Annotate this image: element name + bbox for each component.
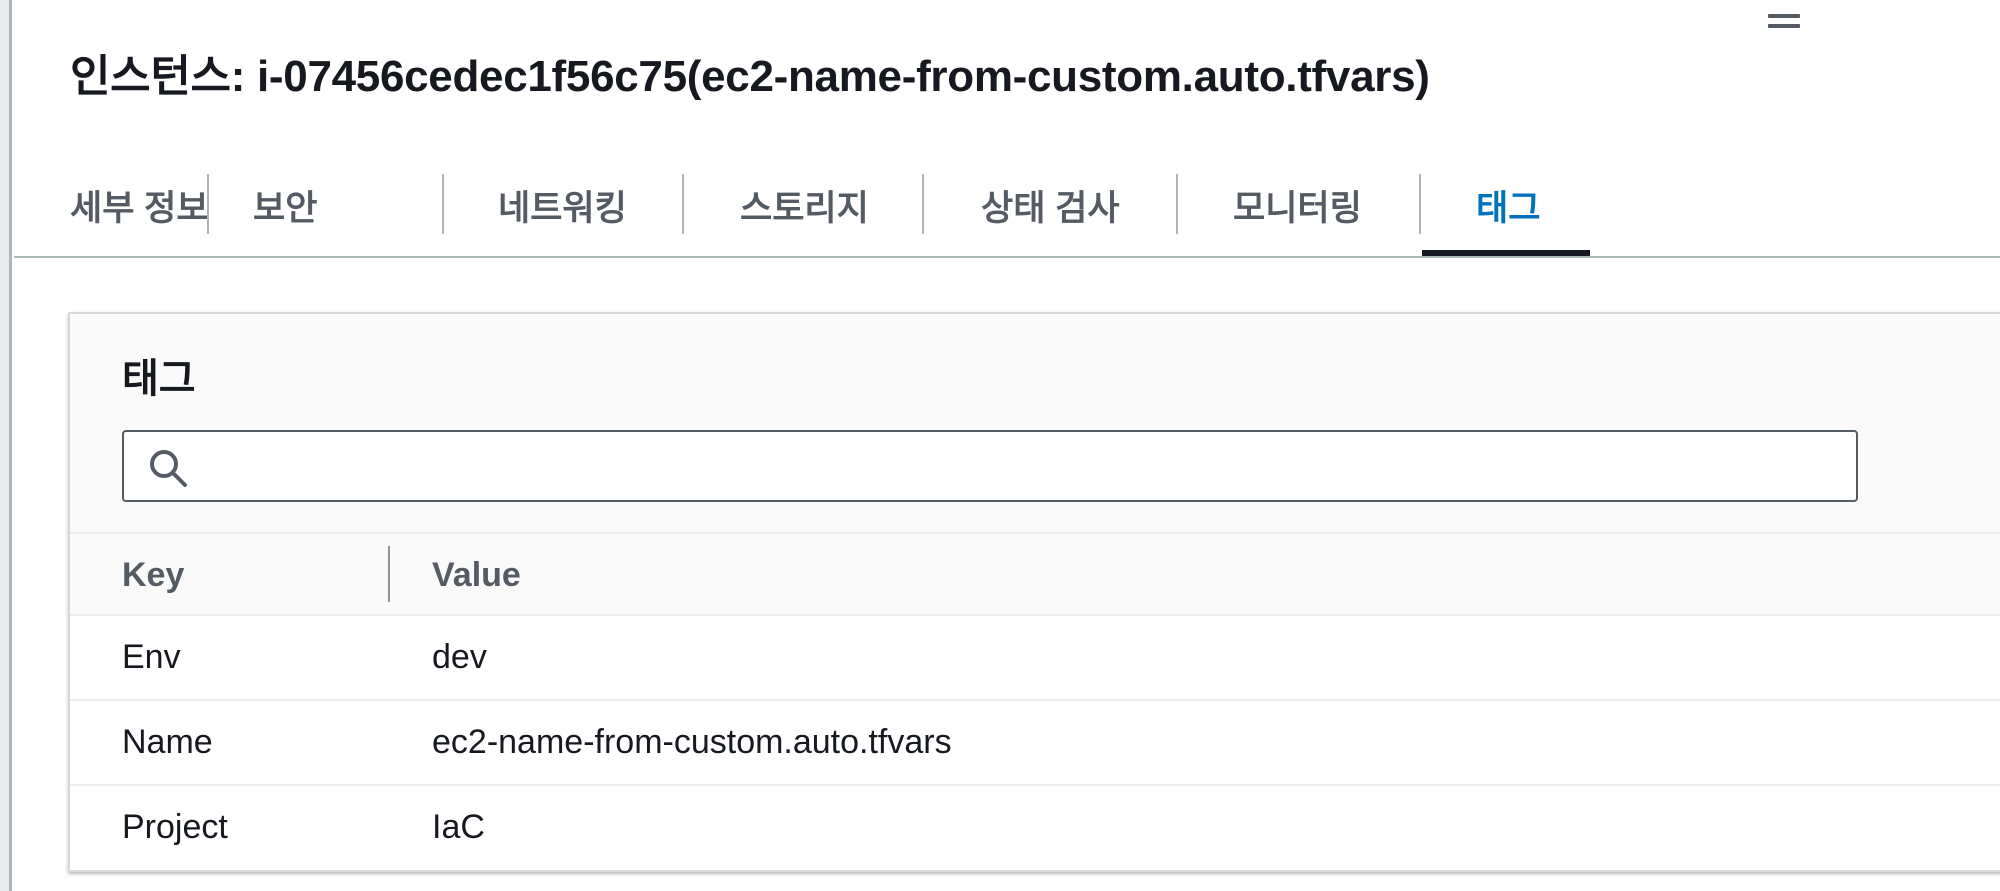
active-tab-indicator xyxy=(1422,250,1590,256)
tag-search-input[interactable] xyxy=(204,438,1838,496)
drag-handle-line xyxy=(1768,24,1800,28)
tag-value: IaC xyxy=(432,808,485,846)
column-header-value[interactable]: Value xyxy=(432,556,521,595)
tab-separator xyxy=(1176,174,1178,234)
tab-separator xyxy=(922,174,924,234)
tab-separator xyxy=(442,174,444,234)
tab-separator xyxy=(1419,174,1421,234)
tags-panel-title: 태그 xyxy=(122,357,196,401)
tag-key: Project xyxy=(122,808,228,846)
column-header-key[interactable]: Key xyxy=(122,556,184,595)
tag-key: Name xyxy=(122,723,213,761)
tab-separator xyxy=(207,174,209,234)
page-title: 인스턴스: i-07456cedec1f56c75(ec2-name-from-… xyxy=(70,52,1430,101)
tab-security[interactable]: 보안 xyxy=(253,180,317,256)
left-panel-divider[interactable] xyxy=(0,0,12,891)
tab-bar: 세부 정보 보안 네트워킹 스토리지 상태 검사 모니터링 태그 xyxy=(14,150,2000,258)
column-resize-handle[interactable] xyxy=(388,546,390,602)
tags-panel: 태그 Key Value Env dev Name ec2-name-from-… xyxy=(68,312,2000,872)
table-row: Project IaC xyxy=(70,786,2000,871)
table-row: Name ec2-name-from-custom.auto.tfvars xyxy=(70,701,2000,786)
drag-handle-line xyxy=(1768,14,1800,18)
tab-tags[interactable]: 태그 xyxy=(1476,180,1540,256)
tab-monitoring[interactable]: 모니터링 xyxy=(1233,180,1362,256)
tag-value: ec2-name-from-custom.auto.tfvars xyxy=(432,723,952,761)
tab-networking[interactable]: 네트워킹 xyxy=(498,180,627,256)
table-row: Env dev xyxy=(70,616,2000,701)
tab-storage[interactable]: 스토리지 xyxy=(740,180,869,256)
search-icon xyxy=(150,450,187,487)
tab-status-checks[interactable]: 상태 검사 xyxy=(981,180,1120,256)
drag-handle-icon[interactable] xyxy=(1768,12,1800,36)
tags-table-header: Key Value xyxy=(70,534,2000,616)
tag-search-box[interactable] xyxy=(122,430,1858,502)
tag-value: dev xyxy=(432,638,487,676)
tag-key: Env xyxy=(122,638,181,676)
tab-separator xyxy=(682,174,684,234)
tab-details[interactable]: 세부 정보 xyxy=(70,180,209,256)
tags-panel-header: 태그 xyxy=(70,314,2000,534)
